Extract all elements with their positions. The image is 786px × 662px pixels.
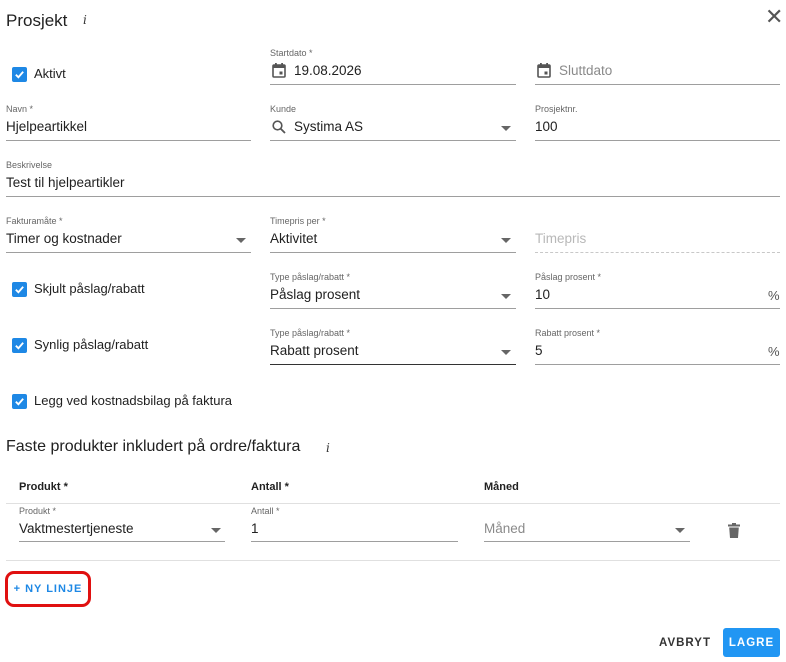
discount-percent-input[interactable]: 5 — [535, 343, 543, 358]
project-no-label: Prosjektnr. — [535, 104, 578, 114]
customer-underline — [270, 140, 516, 141]
billing-method-underline — [6, 252, 251, 253]
active-checkbox[interactable] — [12, 67, 27, 82]
info-icon[interactable]: i — [326, 441, 330, 455]
visible-type-underline — [270, 364, 516, 365]
hourly-rate-underline — [535, 252, 780, 253]
description-underline — [6, 196, 780, 197]
hidden-type-underline — [270, 308, 516, 309]
hourly-rate-input[interactable]: Timepris — [535, 231, 586, 246]
hourly-rate-per-select[interactable]: Aktivitet — [270, 231, 317, 246]
column-header-product: Produkt * — [19, 481, 68, 493]
project-no-input[interactable]: 100 — [535, 119, 558, 134]
chevron-down-icon[interactable] — [211, 528, 221, 533]
quantity-label: Antall * — [251, 506, 280, 516]
visible-type-select[interactable]: Rabatt prosent — [270, 343, 359, 358]
cancel-button[interactable]: AVBRYT — [659, 637, 711, 649]
add-line-button[interactable]: + NY LINJE — [5, 571, 91, 607]
markup-percent-underline — [535, 308, 780, 309]
name-underline — [6, 140, 251, 141]
chevron-down-icon[interactable] — [501, 350, 511, 355]
percent-suffix: % — [768, 288, 780, 303]
close-icon[interactable]: ✕ — [765, 6, 783, 28]
customer-select[interactable]: Systima AS — [294, 119, 363, 134]
quantity-input[interactable]: 1 — [251, 521, 259, 536]
check-icon — [15, 71, 24, 79]
check-icon — [15, 398, 24, 406]
hidden-markup-checkbox[interactable] — [12, 282, 27, 297]
project-no-underline — [535, 140, 780, 141]
hourly-rate-per-label: Timepris per * — [270, 216, 326, 226]
discount-percent-underline — [535, 364, 780, 365]
add-line-label: + NY LINJE — [13, 583, 83, 595]
column-header-quantity: Antall * — [251, 481, 289, 493]
start-date-value[interactable]: 19.08.2026 — [294, 63, 362, 78]
visible-markup-label: Synlig påslag/rabatt — [34, 337, 149, 352]
chevron-down-icon[interactable] — [501, 238, 511, 243]
check-icon — [15, 286, 24, 294]
info-icon[interactable]: i — [83, 13, 87, 27]
save-label: LAGRE — [728, 636, 775, 649]
search-icon — [272, 120, 286, 134]
chevron-down-icon[interactable] — [501, 126, 511, 131]
hourly-rate-per-underline — [270, 252, 516, 253]
name-label: Navn * — [6, 104, 34, 114]
visible-type-label: Type påslag/rabatt * — [270, 328, 351, 338]
billing-method-label: Fakturamåte * — [6, 216, 63, 226]
check-icon — [15, 342, 24, 350]
billing-method-select[interactable]: Timer og kostnader — [6, 231, 122, 246]
end-date-underline — [535, 84, 780, 85]
hidden-markup-label: Skjult påslag/rabatt — [34, 281, 145, 296]
dialog-title: Prosjekt — [6, 11, 68, 30]
customer-label: Kunde — [270, 104, 297, 114]
attach-receipts-label: Legg ved kostnadsbilag på faktura — [34, 393, 233, 408]
chevron-down-icon[interactable] — [501, 294, 511, 299]
start-date-label: Startdato * — [270, 48, 313, 58]
description-input[interactable]: Test til hjelpeartikler — [6, 175, 125, 190]
description-label: Beskrivelse — [6, 160, 53, 170]
month-underline — [484, 541, 690, 542]
calendar-icon[interactable] — [537, 63, 551, 78]
end-date-input[interactable]: Sluttdato — [559, 63, 612, 78]
markup-percent-input[interactable]: 10 — [535, 287, 550, 302]
save-button[interactable]: LAGRE — [723, 628, 780, 657]
name-input[interactable]: Hjelpeartikkel — [6, 119, 87, 134]
product-underline — [19, 541, 225, 542]
hidden-type-label: Type påslag/rabatt * — [270, 272, 351, 282]
hidden-type-select[interactable]: Påslag prosent — [270, 287, 360, 302]
table-bottom-divider — [6, 560, 780, 561]
markup-percent-label: Påslag prosent * — [535, 272, 602, 282]
product-label: Produkt * — [19, 506, 57, 516]
active-label: Aktivt — [34, 66, 66, 81]
table-header-divider — [6, 503, 780, 504]
discount-percent-label: Rabatt prosent * — [535, 328, 601, 338]
attach-receipts-checkbox[interactable] — [12, 394, 27, 409]
start-date-underline — [270, 84, 516, 85]
month-select[interactable]: Måned — [484, 521, 525, 536]
visible-markup-checkbox[interactable] — [12, 338, 27, 353]
quantity-underline — [251, 541, 458, 542]
product-select[interactable]: Vaktmestertjeneste — [19, 521, 134, 536]
products-section-title: Faste produkter inkludert på ordre/faktu… — [6, 438, 301, 455]
column-header-month: Måned — [484, 481, 519, 493]
chevron-down-icon[interactable] — [675, 528, 685, 533]
delete-icon[interactable] — [728, 523, 740, 538]
chevron-down-icon[interactable] — [236, 238, 246, 243]
percent-suffix: % — [768, 344, 780, 359]
calendar-icon[interactable] — [272, 63, 286, 78]
